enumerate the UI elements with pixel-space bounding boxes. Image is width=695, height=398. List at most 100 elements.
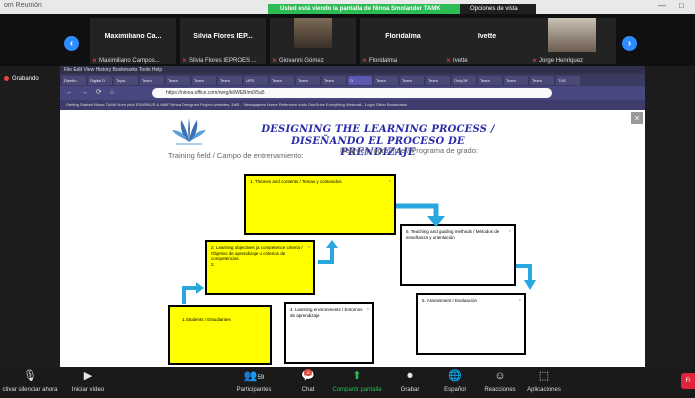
document-page: × DESIGNING THE LEARNING PROCESS / DISEÑ… — [60, 110, 645, 367]
record-icon: ⏺ — [407, 370, 413, 382]
browser-tab[interactable]: Team — [296, 76, 320, 85]
browser-tab[interactable]: Team — [530, 76, 554, 85]
participant-name: Ivette — [477, 33, 497, 40]
browser-tab[interactable]: Topic — [114, 76, 138, 85]
start-video-button[interactable]: ▶ Iniciar vídeo — [68, 369, 108, 393]
browser-tab[interactable]: UPD — [244, 76, 268, 85]
box-close-icon[interactable]: × — [308, 244, 310, 250]
participant-tile[interactable]: Maximiliano Ca... ⨯ Maximiliano Campos... — [90, 18, 176, 64]
share-screen-icon: ⬆ — [352, 370, 362, 382]
browser-tab[interactable]: Team — [426, 76, 450, 85]
browser-tab[interactable]: Digital D — [88, 76, 112, 85]
participant-footer: ⨯ Floridalma — [362, 58, 398, 64]
mute-button[interactable]: 🎙 ctivar silenciar ahora — [2, 369, 58, 393]
participant-footer: ⨯ Ivette — [446, 58, 468, 64]
browser-menu-bar[interactable]: File Edit View History Bookmarks Tools H… — [60, 66, 645, 74]
chat-button[interactable]: 💬 11 Chat — [296, 369, 320, 393]
participant-footer: ⨯ Jorge Henriquez — [532, 58, 584, 64]
video-camera-icon: ▶ — [83, 370, 93, 382]
browser-tab[interactable]: Team — [192, 76, 216, 85]
browser-tab[interactable]: Team — [166, 76, 190, 85]
assessment-box[interactable]: 5. Assessment / Evaluación × — [416, 293, 526, 355]
muted-mic-icon: ⨯ — [272, 58, 278, 64]
participant-tile[interactable]: Ivette ⨯ Ivette — [444, 18, 530, 64]
document-title: DESIGNING THE LEARNING PROCESS / — [261, 124, 495, 135]
participants-button[interactable]: 👥59 Participantes — [232, 369, 276, 393]
learning-environments-box[interactable]: 4. Learning environments / Entornos de a… — [284, 302, 374, 364]
chat-badge: 11 — [304, 369, 313, 376]
zoom-window: om Reunión Usted está viendo la pantalla… — [0, 0, 695, 398]
participants-icon: 👥59 — [243, 370, 265, 382]
participant-tile[interactable]: Silvia Flores IEP... ⨯ Silvia Flores IEPR… — [180, 18, 266, 64]
meeting-toolbar: 🎙 ctivar silenciar ahora ▶ Iniciar vídeo… — [0, 367, 695, 398]
end-meeting-button[interactable]: Fi — [681, 373, 695, 389]
browser-tab[interactable]: Team — [322, 76, 346, 85]
apps-icon: ⬚ — [538, 370, 550, 382]
maximize-icon[interactable]: □ — [679, 1, 684, 10]
lotus-logo-icon — [172, 118, 206, 145]
record-button[interactable]: ⏺ Grabar — [398, 369, 422, 393]
muted-mic-icon: ⨯ — [92, 58, 98, 64]
window-titlebar: om Reunión Usted está viendo la pantalla… — [0, 0, 695, 14]
browser-address-bar: ← → ⟳ ⌂ https://ninoa.office.com/rwrg/kt… — [60, 86, 645, 100]
browser-nav-icons[interactable]: ← → ⟳ ⌂ — [66, 88, 117, 96]
record-dot-icon — [4, 76, 9, 81]
box-close-icon[interactable]: × — [389, 178, 391, 184]
participant-name: Maximiliano Ca... — [104, 33, 162, 40]
browser-tab-strip: Diseño Digital D Topic Team Team Team Te… — [60, 74, 645, 86]
arrow-right-down-icon — [396, 203, 445, 227]
arrow-up-right-icon — [318, 240, 338, 264]
muted-mic-icon: ⨯ — [532, 58, 538, 64]
participant-tile[interactable]: Floridalma ⨯ Floridalma — [360, 18, 446, 64]
box-close-icon[interactable]: × — [509, 228, 511, 234]
students-box[interactable]: 1.Students / Estudiantes — [168, 305, 272, 365]
browser-tab[interactable]: Diseño — [62, 76, 86, 85]
participant-footer: ⨯ Giovanni Gómez — [272, 58, 324, 64]
browser-tab[interactable]: TUE — [556, 76, 580, 85]
degree-label: Degree/programme / Programa de grado: — [340, 146, 478, 155]
browser-tab[interactable]: Team — [140, 76, 164, 85]
next-page-icon[interactable]: › — [622, 36, 637, 51]
learning-objectives-box[interactable]: 2. Learning objectives ja competence cri… — [205, 240, 315, 295]
participant-footer: ⨯ Silvia Flores IEPROES ... — [182, 58, 257, 64]
box-close-icon[interactable]: × — [367, 306, 369, 312]
participant-tile[interactable]: ⨯ Jorge Henriquez — [530, 18, 616, 64]
participant-tile[interactable]: ⨯ Giovanni Gómez — [270, 18, 356, 64]
browser-tab[interactable]: Team — [374, 76, 398, 85]
language-button[interactable]: 🌐 Español — [440, 369, 470, 393]
browser-tab[interactable]: Team — [504, 76, 528, 85]
box-close-icon[interactable]: × — [519, 297, 521, 303]
bookmarks-bar[interactable]: Getting Started Ninoa TAMK Norrl pilot E… — [60, 100, 645, 110]
browser-tab[interactable]: OnlyOff — [452, 76, 476, 85]
teaching-methods-box[interactable]: 5. Teaching and guiding methods / Método… — [400, 224, 516, 286]
browser-tab[interactable]: Team — [478, 76, 502, 85]
apps-button[interactable]: ⬚ Aplicaciones — [522, 369, 566, 393]
close-icon[interactable]: × — [631, 112, 643, 124]
arrow-up-icon — [182, 282, 204, 304]
participant-name: Floridalma — [385, 33, 421, 40]
browser-tab[interactable]: Team — [270, 76, 294, 85]
url-input[interactable]: https://ninoa.office.com/rwrg/kt/WEB/m0/… — [152, 88, 552, 98]
browser-tab[interactable]: Team — [400, 76, 424, 85]
share-banner: Usted está viendo la pantalla de Ninoa S… — [268, 4, 470, 14]
share-screen-button[interactable]: ⬆ Compartir pantalla — [330, 369, 384, 393]
participant-video — [294, 18, 332, 48]
participant-footer: ⨯ Maximiliano Campos... — [92, 58, 160, 64]
reactions-button[interactable]: ☺ Reacciones — [480, 369, 520, 393]
microphone-icon: 🎙 — [23, 370, 37, 382]
training-field-label: Training field / Campo de entrenamiento: — [168, 151, 304, 160]
themes-box[interactable]: 1. Themes and contents / Temas y conteni… — [244, 174, 396, 235]
minimize-icon[interactable]: — — [658, 1, 666, 10]
muted-mic-icon: ⨯ — [446, 58, 452, 64]
prev-page-icon[interactable]: ‹ — [64, 36, 79, 51]
recording-indicator[interactable]: Grabando — [4, 76, 39, 82]
browser-tab[interactable]: Team — [218, 76, 242, 85]
participant-video — [548, 18, 596, 52]
muted-mic-icon: ⨯ — [362, 58, 368, 64]
muted-mic-icon: ⨯ — [182, 58, 188, 64]
language-icon: 🌐 — [448, 370, 462, 382]
browser-tab-active[interactable]: O — [348, 76, 372, 85]
window-title: om Reunión — [4, 2, 42, 9]
view-options-button[interactable]: Opciones de vista — [460, 4, 536, 14]
reactions-icon: ☺ — [494, 370, 506, 382]
